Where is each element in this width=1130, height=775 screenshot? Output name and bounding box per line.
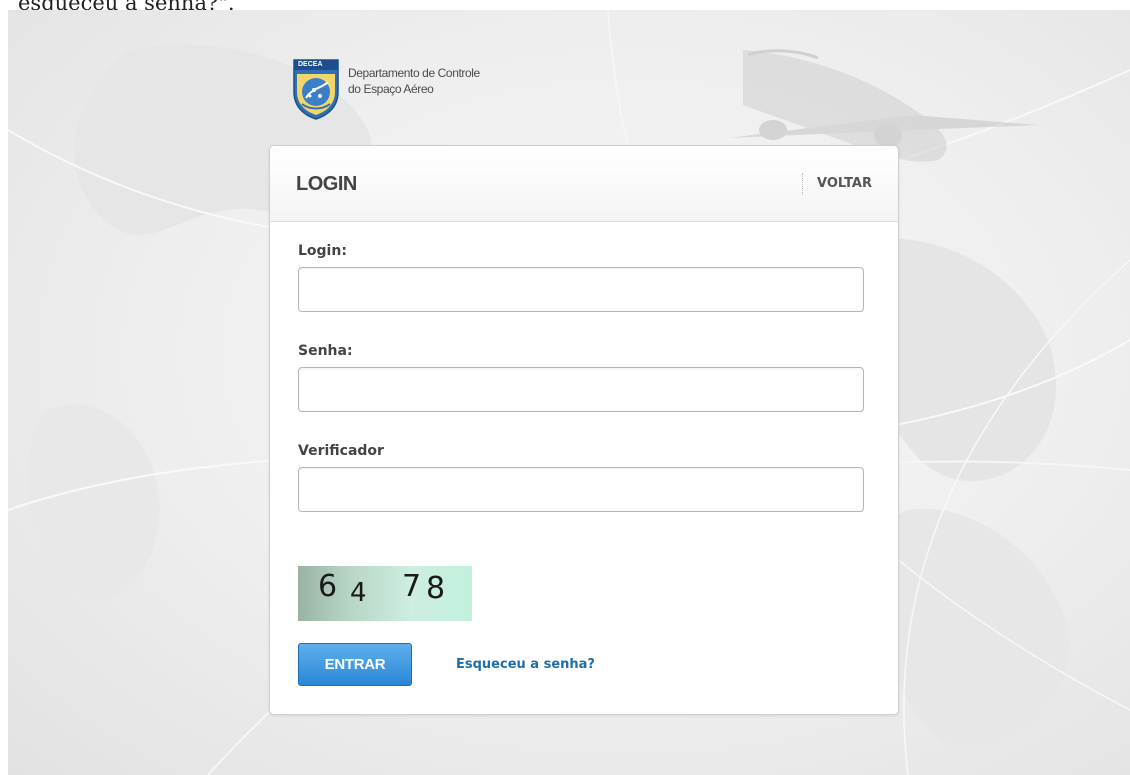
login-label: Login: — [298, 243, 347, 259]
verifier-input[interactable] — [298, 467, 864, 512]
logo-line-1: Departamento de Controle — [348, 66, 480, 80]
captcha-digit-3: 7 — [402, 569, 422, 604]
logo-line-2: do Espaço Aéreo — [348, 82, 434, 96]
captcha-image: 6 4 7 8 — [298, 566, 472, 621]
back-link[interactable]: VOLTAR — [802, 173, 872, 195]
submit-button[interactable]: ENTRAR — [298, 643, 412, 686]
logo-badge-text: DECEA — [298, 61, 323, 68]
captcha-digit-1: 6 — [318, 569, 338, 604]
login-input[interactable] — [298, 267, 864, 312]
password-input[interactable] — [298, 367, 864, 412]
login-card-header: LOGIN VOLTAR — [270, 146, 898, 222]
captcha-digit-4: 8 — [426, 571, 446, 606]
captcha-digit-2: 4 — [350, 578, 367, 608]
password-label: Senha: — [298, 343, 353, 359]
decea-logo: Departamento de Controle do Espaço Aéreo… — [292, 58, 480, 120]
login-card: LOGIN VOLTAR Login: Senha: Verificador 6… — [269, 145, 899, 715]
logo-text: Departamento de Controle do Espaço Aéreo — [348, 65, 480, 97]
login-title: LOGIN — [296, 173, 357, 195]
forgot-password-link[interactable]: Esqueceu a senha? — [456, 657, 595, 672]
verifier-label: Verificador — [298, 443, 384, 459]
